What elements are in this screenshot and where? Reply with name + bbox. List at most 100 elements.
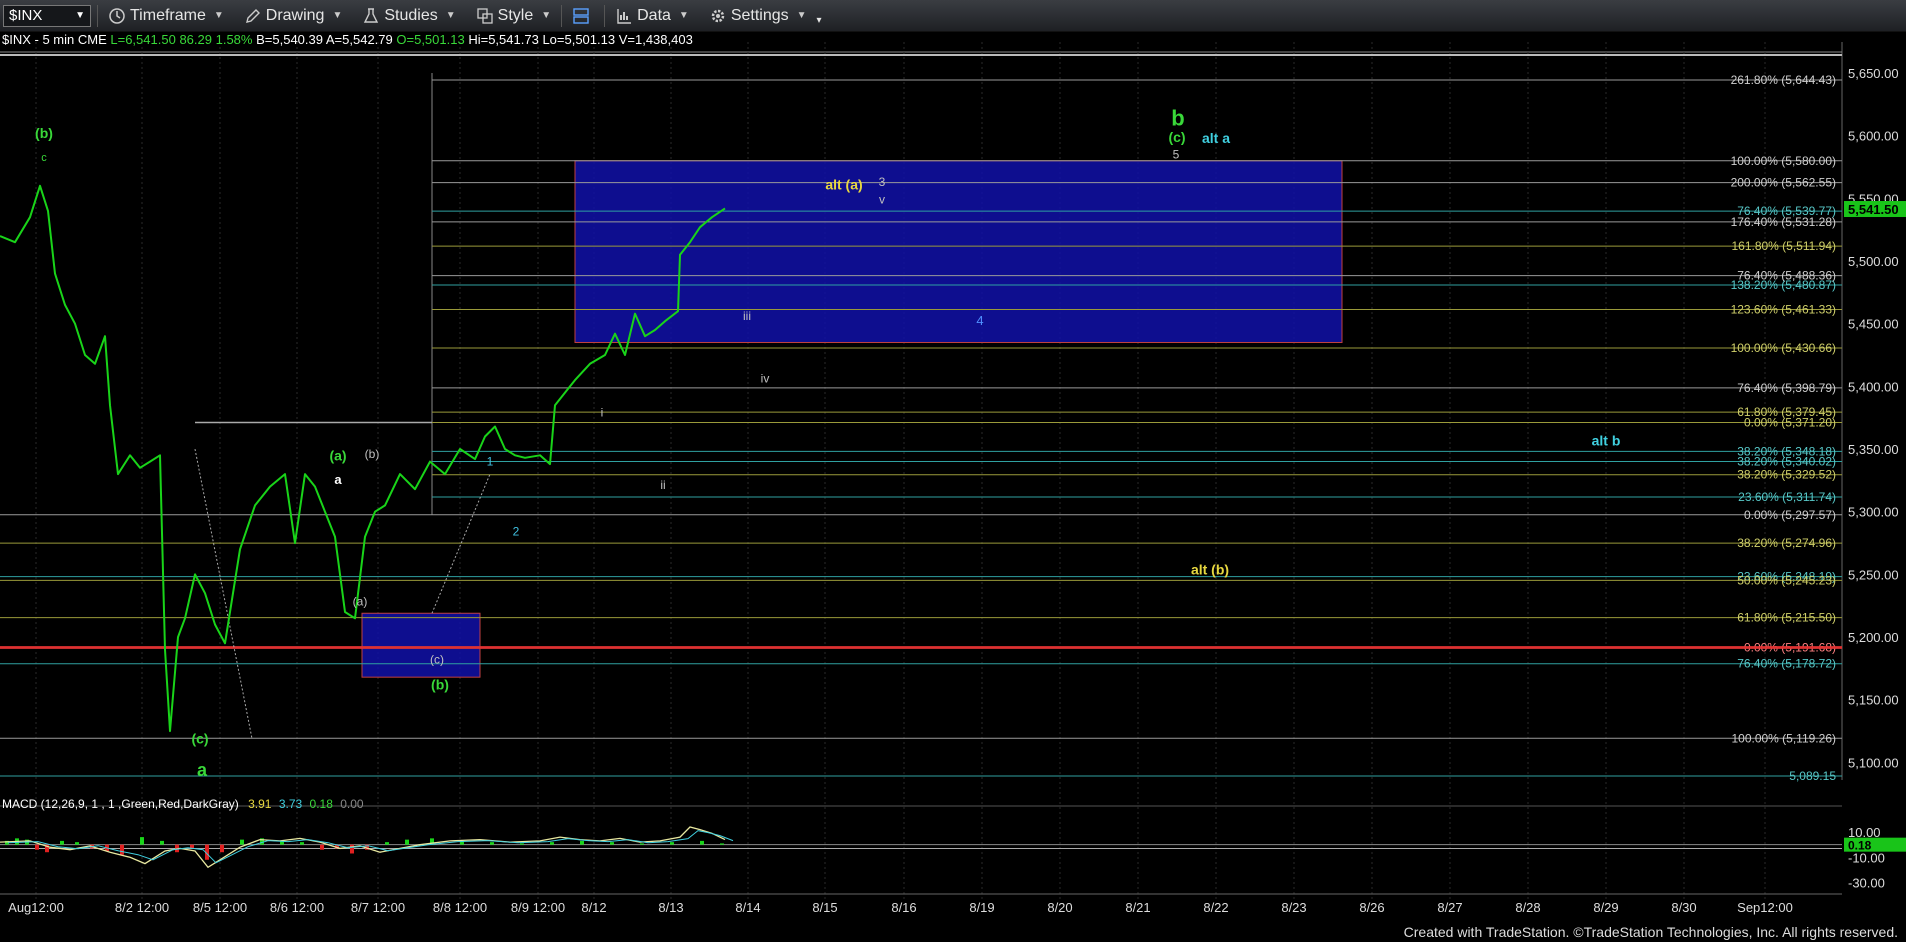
chevron-down-icon: ▼ [796, 10, 807, 21]
price-tick-label: 5,500.00 [1848, 254, 1899, 269]
macd-histogram-bar [700, 840, 704, 845]
date-tick-label: 8/8 12:00 [433, 900, 487, 915]
price-tick-label: 5,650.00 [1848, 66, 1899, 81]
macd-histogram-bar [75, 842, 79, 845]
date-tick-label: 8/23 [1281, 900, 1306, 915]
macd-avg: 3.73 [278, 797, 303, 811]
chevron-down-icon: ▼ [678, 10, 689, 21]
date-tick-label: 8/19 [969, 900, 994, 915]
macd-histogram-bar [385, 842, 389, 845]
date-tick-label: 8/12 [581, 900, 606, 915]
price-tick-label: 5,400.00 [1848, 379, 1899, 394]
settings-label: Settings [730, 6, 789, 24]
chart-toolbar: $INX ▼ Timeframe ▼ Drawing ▼ Studies ▼ Styl… [0, 0, 1906, 32]
macd-histogram-bar [35, 844, 39, 850]
price-tick-label: 5,150.00 [1848, 693, 1899, 708]
chevron-down-icon: ▾ [816, 15, 822, 26]
fib-level-label: 76.40% (5,178.72) [1737, 657, 1836, 671]
price-tick-label: 5,100.00 [1848, 755, 1899, 770]
studies-menu[interactable]: Studies ▼ [352, 0, 465, 31]
wave-label: (c) [191, 731, 208, 747]
date-tick-label: Aug12:00 [8, 900, 64, 915]
macd-histogram-bar [520, 843, 524, 845]
clock-icon [109, 7, 125, 24]
macd-histogram-bar [300, 842, 304, 845]
date-tick-label: 8/5 12:00 [193, 900, 247, 915]
date-tick-label: Sep12:00 [1737, 900, 1793, 915]
date-tick-label: 8/9 12:00 [511, 900, 565, 915]
date-tick-label: 8/22 [1203, 900, 1228, 915]
date-tick-label: 8/26 [1359, 900, 1384, 915]
wave-label: c [41, 152, 47, 164]
high-price: Hi=5,541.73 [468, 32, 539, 47]
data-menu[interactable]: Data ▼ [605, 0, 699, 31]
macd-histogram-bar [220, 844, 224, 853]
wave-label: a [197, 760, 208, 780]
price-tick-label: 5,600.00 [1848, 129, 1899, 144]
drawing-menu[interactable]: Drawing ▼ [234, 0, 353, 31]
date-tick-label: 8/6 12:00 [270, 900, 324, 915]
drawing-label: Drawing [265, 6, 325, 24]
macd-histogram-bar [320, 844, 324, 850]
date-axis[interactable]: Aug12:00 8/2 12:00 8/5 12:00 8/6 12:00 8/7 1… [0, 893, 1842, 915]
style-icon [476, 7, 493, 24]
price-tick-label: 5,450.00 [1848, 317, 1899, 332]
wave-label: alt (b) [1191, 561, 1229, 577]
quote-info-bar: $INX - 5 min CME L=6,541.50 86.29 1.58% … [2, 32, 693, 47]
macd-histogram-bar [240, 839, 244, 845]
price-tick-label: 5,250.00 [1848, 567, 1899, 582]
layout-button[interactable] [562, 0, 604, 31]
macd-histogram-bar [670, 842, 674, 845]
net-change: 86.29 [179, 32, 212, 47]
macd-histogram-bar [580, 840, 584, 845]
fib-level-label: 5,089.15 [1789, 769, 1836, 783]
chevron-down-icon: ▼ [445, 10, 456, 21]
volume: V=1,438,403 [618, 32, 693, 47]
wave-label: 2 [513, 525, 520, 539]
macd-last-label: 0.18 [1848, 839, 1872, 853]
macd-histogram-bar [640, 843, 644, 845]
wave-label: i [601, 405, 604, 419]
price-axis[interactable]: 5,100.00 5,150.00 5,200.00 5,250.00 5,300.00… [1844, 66, 1906, 770]
macd-value: 3.91 [248, 797, 272, 811]
timeframe-menu[interactable]: Timeframe ▼ [98, 0, 234, 31]
macd-histogram-bar [550, 842, 554, 845]
macd-label: MACD (12,26,9, 1 , 1 ,Green,Red,DarkGray… [2, 797, 364, 811]
copyright-footer: Created with TradeStation. ©TradeStation… [1403, 924, 1898, 940]
fib-level-label: 38.20% (5,329.52) [1737, 468, 1836, 482]
price-tick-label: 5,350.00 [1848, 442, 1899, 457]
chevron-down-icon: ▼ [332, 10, 343, 21]
trend-line [431, 473, 491, 614]
price-tick-label: 5,300.00 [1848, 505, 1899, 520]
fib-level-label: 0.00% (5,297.57) [1744, 508, 1836, 522]
symbol-input[interactable]: $INX ▼ [3, 4, 91, 27]
wave-label: (c) [430, 652, 444, 666]
macd-tick-label: -30.00 [1848, 875, 1885, 890]
macd-histogram-bar [140, 837, 144, 845]
wave-label: 1 [487, 454, 494, 468]
style-menu[interactable]: Style ▼ [466, 0, 561, 31]
fib-level-label: 161.80% (5,511.94) [1731, 239, 1836, 253]
settings-menu[interactable]: Settings ▼ [699, 0, 817, 31]
macd-diff: 0.18 [309, 797, 333, 811]
date-tick-label: 8/28 [1515, 900, 1540, 915]
ask-price: A=5,542.79 [325, 32, 393, 47]
wave-label: a [334, 472, 342, 487]
fib-level-label: 100.00% (5,580.00) [1731, 154, 1836, 168]
fib-level-label: 38.20% (5,274.96) [1737, 536, 1836, 550]
pct-change: 1.58% [215, 32, 253, 47]
style-label: Style [497, 6, 534, 24]
wave-label: (a) [353, 595, 368, 609]
wave-label: 3 [879, 175, 886, 189]
fib-level-label: 138.20% (5,480.87) [1731, 278, 1836, 292]
price-tick-label: 5,200.00 [1848, 630, 1899, 645]
date-tick-label: 8/21 [1125, 900, 1150, 915]
target-box [361, 612, 481, 678]
fib-level-label: 100.00% (5,119.26) [1731, 731, 1836, 745]
macd-histogram-bar [350, 844, 354, 854]
fib-level-label: 61.80% (5,215.50) [1737, 611, 1836, 625]
date-tick-label: 8/20 [1047, 900, 1072, 915]
date-tick-label: 8/13 [658, 900, 683, 915]
date-tick-label: 8/29 [1593, 900, 1618, 915]
fib-level-label: 23.60% (5,311.74) [1738, 490, 1836, 504]
